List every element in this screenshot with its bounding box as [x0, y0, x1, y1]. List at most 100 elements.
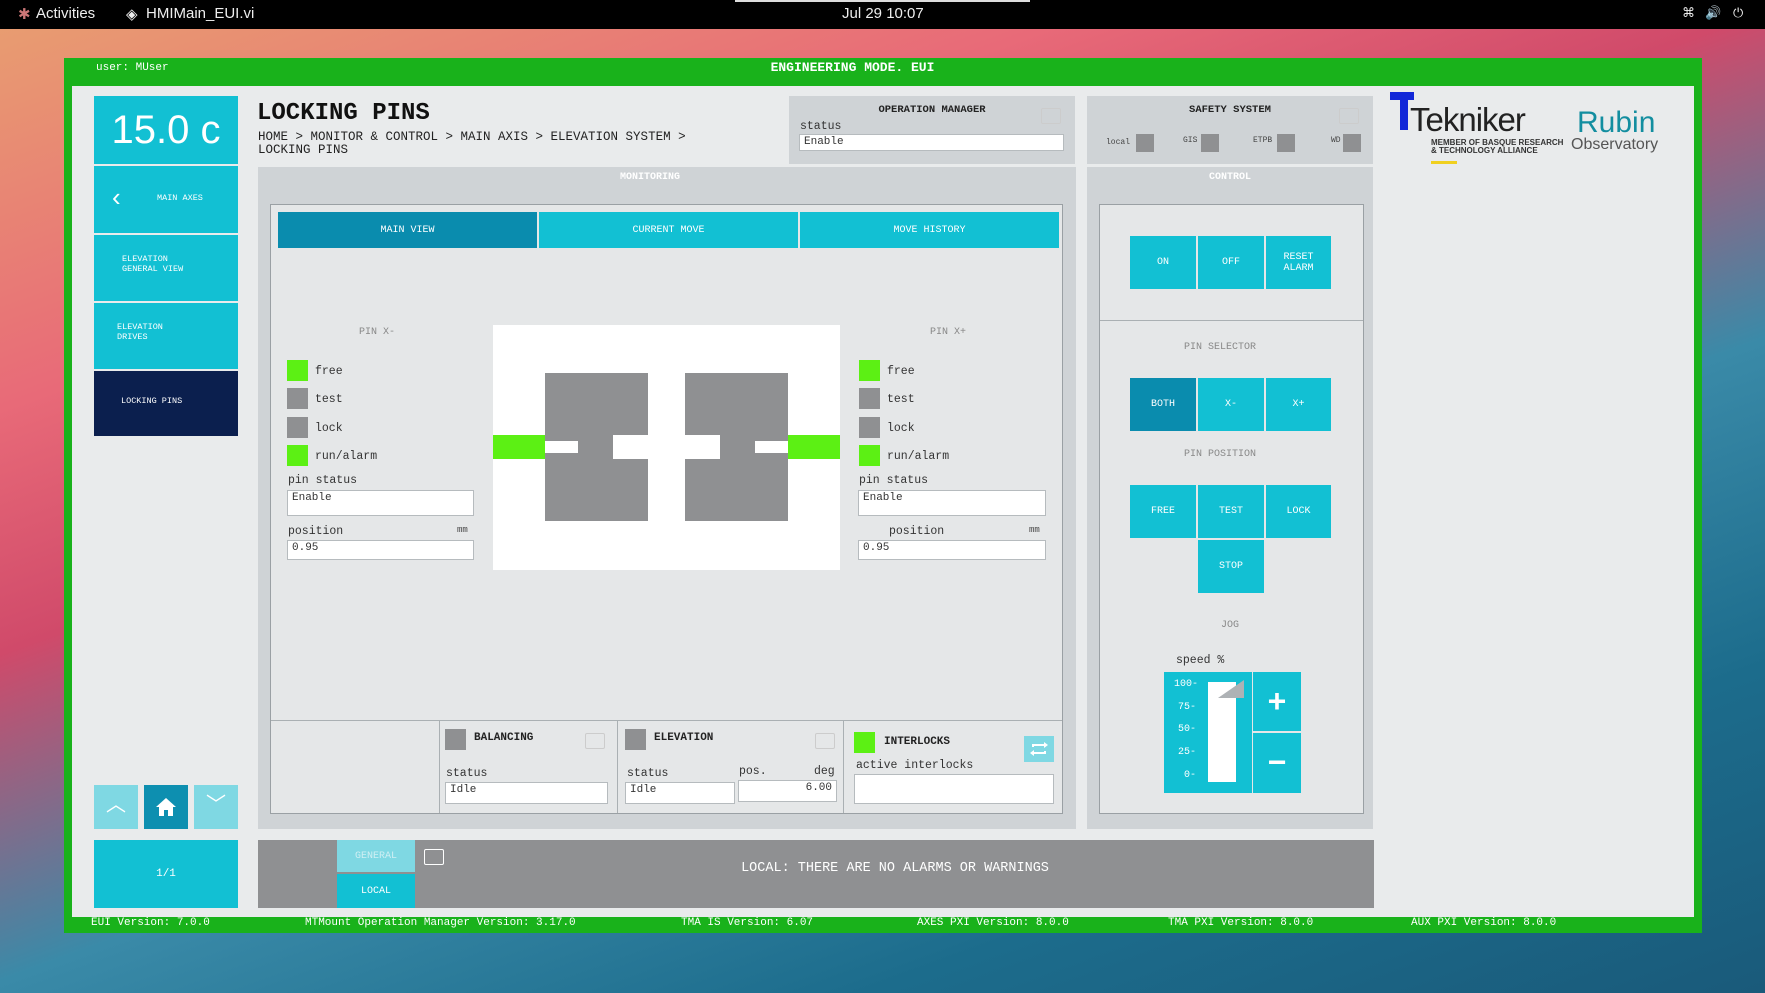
pin-plus-lock-label: lock — [887, 422, 915, 435]
axes-pxi-version: AXES PXI Version: 8.0.0 — [917, 917, 1069, 929]
balancing-status-field: Idle — [445, 782, 608, 804]
interlocks-active-field — [854, 774, 1054, 804]
stop-button[interactable]: STOP — [1198, 540, 1264, 593]
jog-minus-button[interactable]: − — [1253, 733, 1301, 793]
pin-selector-x-plus[interactable]: X+ — [1266, 378, 1331, 431]
mode-title: ENGINEERING MODE. EUI — [770, 60, 935, 75]
divider — [843, 720, 844, 813]
divider — [439, 720, 440, 813]
scroll-up-button[interactable]: ︿ — [94, 785, 138, 829]
interlocks-led — [854, 732, 875, 753]
divider — [271, 720, 1062, 721]
pin-plus-position-unit: mm — [1029, 525, 1040, 535]
page-indicator: 1/1 — [94, 840, 238, 908]
refresh-icon — [1030, 742, 1048, 756]
scroll-down-button[interactable]: ﹀ — [194, 785, 238, 829]
nav-elevation-general-view[interactable]: ELEVATION GENERAL VIEW — [94, 235, 238, 301]
clock[interactable]: Jul 29 10:07 — [842, 5, 924, 22]
volume-icon[interactable]: 🔊 — [1705, 5, 1721, 21]
safety-local-led — [1136, 134, 1154, 152]
nav-elevation-drives[interactable]: ELEVATION DRIVES — [94, 303, 238, 369]
temperature-display: 15.0 c — [94, 96, 238, 164]
interlocks-refresh-button[interactable] — [1024, 736, 1054, 762]
cursor-select-icon[interactable] — [1041, 108, 1061, 124]
back-label: MAIN AXES — [157, 193, 203, 203]
chevron-down-icon: ﹀ — [206, 795, 226, 818]
pin-position-free[interactable]: FREE — [1130, 485, 1196, 538]
reset-alarm-button[interactable]: RESET ALARM — [1266, 236, 1331, 289]
back-main-axes-button[interactable]: ‹ MAIN AXES — [94, 166, 238, 233]
safety-local-label: local — [1106, 138, 1131, 147]
tekniker-logo: Tekniker — [1410, 101, 1526, 138]
app-name[interactable]: HMIMain_EUI.vi — [146, 5, 254, 22]
speed-slider[interactable]: 100- 75- 50- 25- 0- — [1164, 672, 1252, 793]
pin-plus-test-label: test — [887, 393, 915, 406]
workspace-indicator — [735, 0, 1030, 2]
app-icon: ◈ — [126, 6, 138, 23]
elevation-pos-field: 6.00 — [738, 780, 837, 802]
elevation-pos-unit: deg — [814, 765, 835, 778]
on-button[interactable]: ON — [1130, 236, 1196, 289]
pin-plus-position-field: 0.95 — [858, 540, 1046, 560]
operation-manager-status-field: Enable — [799, 134, 1064, 151]
cursor-select-icon[interactable] — [585, 733, 605, 749]
pin-plus-status-label: pin status — [859, 474, 929, 487]
balancing-status-label: status — [446, 767, 488, 780]
cursor-select-icon[interactable] — [815, 733, 835, 749]
divider — [1100, 320, 1363, 321]
pin-plus-free-led — [859, 360, 880, 381]
pin-diagram — [493, 325, 840, 570]
pin-plus-lock-led — [859, 417, 880, 438]
safety-system-title: SAFETY SYSTEM — [1189, 104, 1271, 116]
safety-wd-label: WD — [1331, 136, 1341, 145]
speed-tick: 25- — [1178, 747, 1197, 758]
home-button[interactable] — [144, 785, 188, 829]
rubin-logo-sub: Observatory — [1571, 136, 1659, 153]
chevron-left-icon: ‹ — [112, 182, 121, 212]
pin-minus-status-field: Enable — [287, 490, 474, 516]
alarm-tab-local[interactable]: LOCAL — [337, 874, 415, 908]
balancing-title: BALANCING — [474, 732, 534, 744]
operation-manager-status-label: status — [800, 120, 842, 133]
pin-selector-x-minus[interactable]: X- — [1198, 378, 1264, 431]
pin-plus-bar — [788, 435, 840, 459]
jog-plus-button[interactable]: + — [1253, 672, 1301, 731]
operation-manager-title: OPERATION MANAGER — [878, 104, 986, 116]
pin-minus-free-label: free — [315, 365, 343, 378]
pin-minus-test-label: test — [315, 393, 343, 406]
eui-version: EUI Version: 7.0.0 — [91, 917, 210, 929]
speed-tick: 0- — [1184, 770, 1197, 781]
network-icon[interactable]: ⌘ — [1682, 5, 1695, 21]
jog-title: JOG — [1220, 620, 1239, 631]
activities-icon[interactable]: ✱ — [18, 5, 31, 23]
pin-minus-lock-label: lock — [315, 422, 343, 435]
speed-thumb[interactable] — [1218, 680, 1244, 698]
safety-etpb-led — [1277, 134, 1295, 152]
power-icon[interactable]: ⏻ — [1733, 5, 1743, 21]
pin-position-test[interactable]: TEST — [1198, 485, 1264, 538]
divider — [617, 720, 618, 813]
tekniker-logo-mark — [1390, 92, 1414, 100]
pin-position-lock[interactable]: LOCK — [1266, 485, 1331, 538]
operation-manager-version: MTMount Operation Manager Version: 3.17.… — [305, 917, 576, 929]
cursor-select-icon[interactable] — [1339, 108, 1359, 124]
page-title: LOCKING PINS — [257, 100, 430, 127]
tab-move-history[interactable]: MOVE HISTORY — [800, 212, 1059, 248]
pin-selector-title: PIN SELECTOR — [1183, 342, 1256, 353]
operation-manager-panel: OPERATION MANAGER status Enable — [789, 96, 1075, 164]
activities-button[interactable]: Activities — [36, 5, 95, 22]
tma-pxi-version: TMA PXI Version: 8.0.0 — [1168, 917, 1314, 929]
alarm-tab-general[interactable]: GENERAL — [337, 840, 415, 872]
alarm-message: LOCAL: THERE ARE NO ALARMS OR WARNINGS — [741, 861, 1049, 876]
safety-gis-led — [1201, 134, 1219, 152]
off-button[interactable]: OFF — [1198, 236, 1264, 289]
chevron-up-icon: ︿ — [106, 795, 126, 818]
pin-selector-both[interactable]: BOTH — [1130, 378, 1196, 431]
tekniker-logo-sub: MEMBER OF BASQUE RESEARCH & TECHNOLOGY A… — [1431, 138, 1564, 156]
tab-current-move[interactable]: CURRENT MOVE — [539, 212, 798, 248]
nav-locking-pins[interactable]: LOCKING PINS — [94, 371, 238, 436]
pin-minus-position-field: 0.95 — [287, 540, 474, 560]
pin-plus-status-field: Enable — [858, 490, 1046, 516]
tab-main-view[interactable]: MAIN VIEW — [278, 212, 537, 248]
pin-plus-free-label: free — [887, 365, 915, 378]
